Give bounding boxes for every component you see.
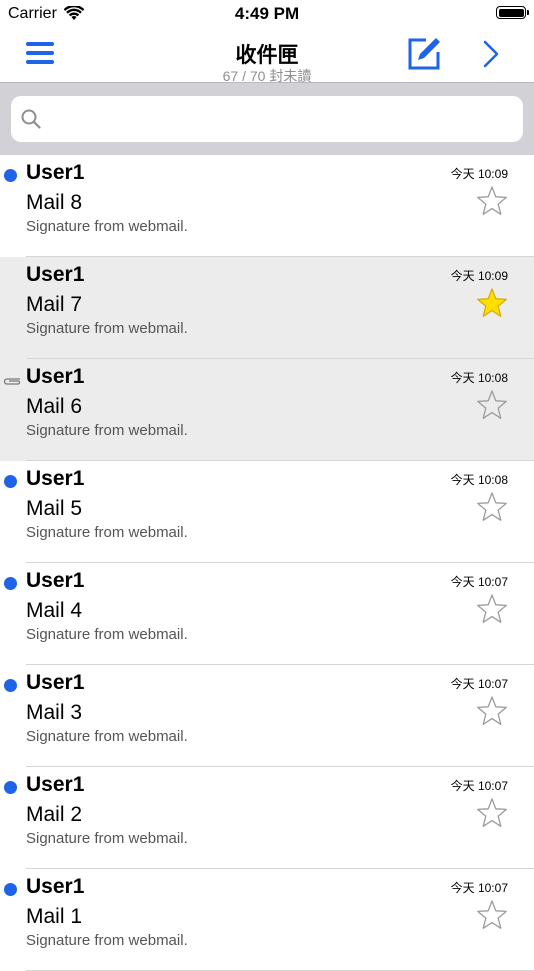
search-icon — [21, 109, 41, 129]
mail-list: User1 Mail 8 Signature from webmail. 今天 … — [0, 155, 534, 971]
mail-time: 今天 10:07 — [450, 677, 508, 691]
mail-row-2[interactable]: User1 Mail 7 Signature from webmail. 今天 … — [0, 257, 534, 359]
mail-row-3[interactable]: User1 Mail 6 Signature from webmail. 今天 … — [0, 359, 534, 461]
mail-preview: Signature from webmail. — [26, 422, 188, 439]
status-time: 4:49 PM — [234, 4, 300, 23]
mail-subject: Mail 4 — [26, 599, 83, 622]
navigation-bar: 收件匣 67 / 70 封未讀 — [0, 30, 534, 84]
mail-preview: Signature from webmail. — [26, 830, 188, 847]
star-outline-icon[interactable] — [476, 695, 508, 727]
mail-row-5[interactable]: User1 Mail 4 Signature from webmail. 今天 … — [0, 563, 534, 665]
mail-row-8[interactable]: User1 Mail 1 Signature from webmail. 今天 … — [0, 869, 534, 971]
star-outline-icon[interactable] — [476, 491, 508, 523]
mail-time: 今天 10:07 — [450, 575, 508, 589]
mail-time: 今天 10:09 — [450, 269, 508, 283]
star-outline-icon[interactable] — [476, 899, 508, 931]
mail-sender: User1 — [26, 161, 85, 184]
page-title: 收件匣 — [235, 44, 299, 67]
unread-indicator — [4, 679, 17, 692]
star-outline-icon[interactable] — [476, 185, 508, 217]
star-filled-icon[interactable] — [476, 287, 508, 319]
unread-indicator — [4, 883, 17, 896]
star-outline-icon[interactable] — [476, 389, 508, 421]
unread-indicator — [4, 781, 17, 794]
unread-indicator — [4, 577, 17, 590]
mail-sender: User1 — [26, 569, 85, 592]
mail-sender: User1 — [26, 671, 85, 694]
mail-preview: Signature from webmail. — [26, 932, 188, 949]
search-input[interactable] — [11, 96, 523, 142]
star-outline-icon[interactable] — [476, 593, 508, 625]
mail-preview: Signature from webmail. — [26, 728, 188, 745]
mail-time: 今天 10:08 — [450, 371, 508, 385]
unread-indicator — [4, 169, 17, 182]
mail-time: 今天 10:09 — [450, 167, 508, 181]
mail-row-6[interactable]: User1 Mail 3 Signature from webmail. 今天 … — [0, 665, 534, 767]
mail-subject: Mail 8 — [26, 191, 83, 214]
mail-sender: User1 — [26, 263, 85, 286]
next-button[interactable] — [478, 38, 504, 70]
mail-subject: Mail 2 — [26, 803, 83, 826]
mail-time: 今天 10:07 — [450, 881, 508, 895]
mail-time: 今天 10:08 — [450, 473, 508, 487]
mail-preview: Signature from webmail. — [26, 320, 188, 337]
chevron-right-icon — [483, 40, 499, 68]
mail-subject: Mail 6 — [26, 395, 83, 418]
battery-icon — [496, 6, 529, 19]
compose-icon — [408, 38, 440, 70]
mail-time: 今天 10:07 — [450, 779, 508, 793]
mail-subject: Mail 3 — [26, 701, 83, 724]
search-bar — [0, 82, 534, 155]
mail-sender: User1 — [26, 467, 85, 490]
mail-row-4[interactable]: User1 Mail 5 Signature from webmail. 今天 … — [0, 461, 534, 563]
mail-subject: Mail 1 — [26, 905, 83, 928]
unread-indicator — [4, 475, 17, 488]
mail-preview: Signature from webmail. — [26, 626, 188, 643]
mail-row-7[interactable]: User1 Mail 2 Signature from webmail. 今天 … — [0, 767, 534, 869]
mail-sender: User1 — [26, 365, 85, 388]
mail-sender: User1 — [26, 875, 85, 898]
mail-preview: Signature from webmail. — [26, 524, 188, 541]
mail-preview: Signature from webmail. — [26, 218, 188, 235]
status-bar: Carrier 4:49 PM — [0, 0, 534, 30]
mail-subject: Mail 7 — [26, 293, 83, 316]
mail-sender: User1 — [26, 773, 85, 796]
paperclip-icon — [2, 373, 22, 391]
mail-subject: Mail 5 — [26, 497, 83, 520]
mail-row-1[interactable]: User1 Mail 8 Signature from webmail. 今天 … — [0, 155, 534, 257]
compose-button[interactable] — [406, 36, 442, 72]
star-outline-icon[interactable] — [476, 797, 508, 829]
